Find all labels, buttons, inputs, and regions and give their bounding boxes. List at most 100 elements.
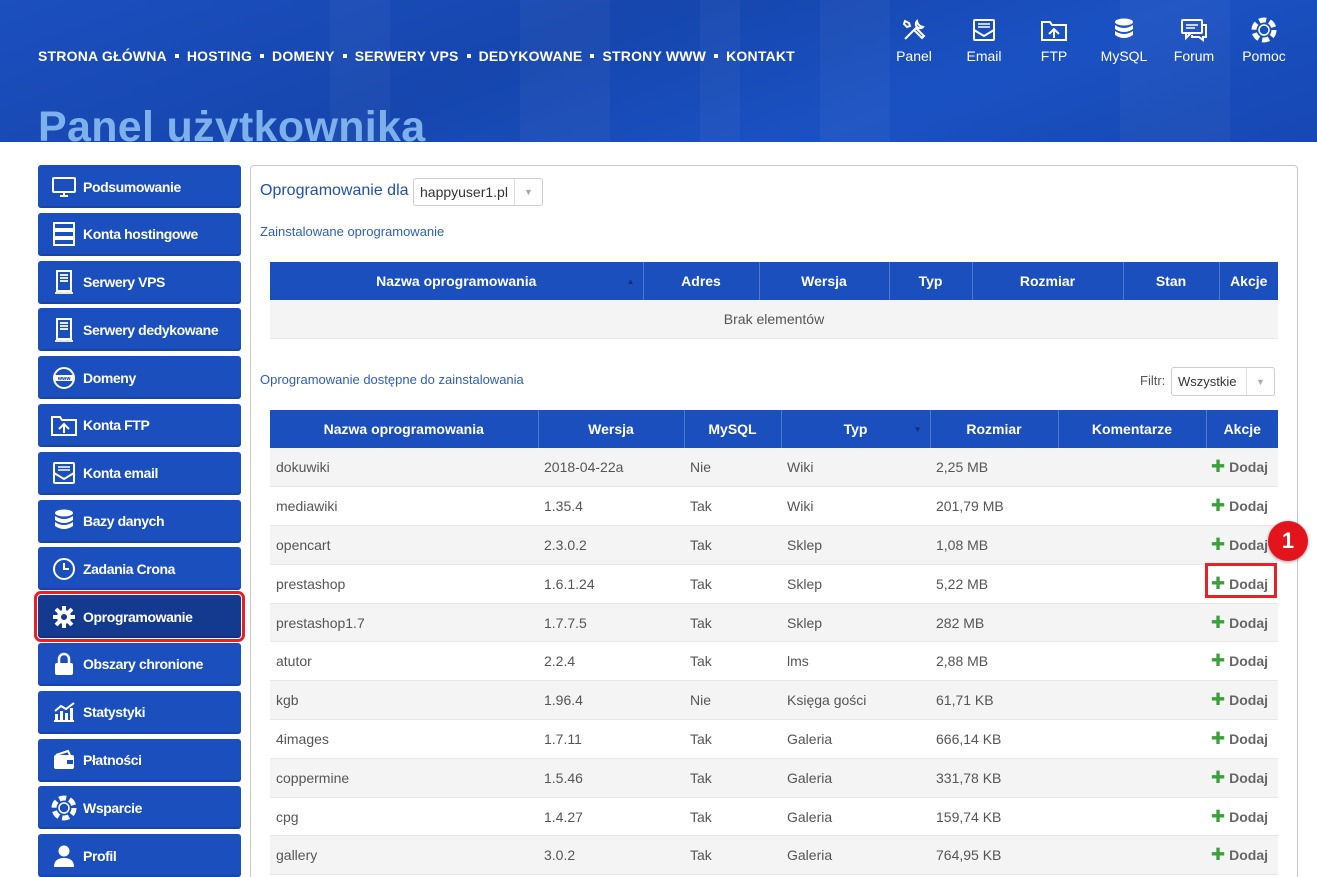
actions-cell: ✚ Dodaj bbox=[1206, 525, 1278, 565]
column-header-wersja[interactable]: Wersja bbox=[538, 410, 685, 448]
cell: Nie bbox=[684, 680, 781, 721]
add-label: Dodaj bbox=[1229, 769, 1268, 786]
tool-forum[interactable]: Forum bbox=[1159, 16, 1229, 64]
sidebar-item-zadania-crona[interactable]: Zadania Crona bbox=[38, 547, 241, 591]
cell: 1.7.7.5 bbox=[538, 603, 684, 643]
add-button[interactable]: ✚ Dodaj bbox=[1211, 614, 1268, 631]
add-button[interactable]: ✚ Dodaj bbox=[1210, 496, 1268, 516]
nav-link-strona-glowna[interactable]: STRONA GŁÓWNA bbox=[38, 48, 167, 64]
tool-mysql[interactable]: MySQL bbox=[1089, 16, 1159, 64]
server-tower-icon bbox=[47, 270, 81, 294]
actions-cell: ✚ Dodaj bbox=[1206, 486, 1278, 527]
column-header-typ[interactable]: Typ ▼ bbox=[781, 410, 931, 448]
cell: Nie bbox=[684, 448, 781, 488]
chevron-down-icon: ▼ bbox=[1246, 368, 1274, 395]
cell: 1.96.4 bbox=[538, 680, 684, 721]
column-header-nazwa-oprogramowania[interactable]: Nazwa oprogramowania bbox=[270, 410, 539, 448]
column-header-typ[interactable]: Typ bbox=[889, 262, 973, 300]
column-header-label: Nazwa oprogramowania bbox=[376, 273, 537, 289]
add-button[interactable]: ✚ Dodaj bbox=[1210, 457, 1268, 477]
nav-link-strony-www[interactable]: STRONY WWW bbox=[602, 48, 706, 64]
nav-link-serwery-vps[interactable]: SERWERY VPS bbox=[355, 48, 459, 64]
cell: Sklep bbox=[781, 603, 930, 643]
sidebar-item-konta-email[interactable]: Konta email bbox=[38, 451, 241, 495]
sidebar-item-serwery-dedykowane[interactable]: Serwery dedykowane bbox=[38, 308, 241, 352]
filter-select-value: Wszystkie bbox=[1178, 374, 1237, 389]
table-row: dokuwiki 2018-04-22a Nie Wiki 2,25 MB ✚ Dodaj bbox=[270, 448, 1278, 488]
column-header-mysql[interactable]: MySQL bbox=[684, 410, 782, 448]
comments-cell bbox=[1058, 486, 1206, 527]
sidebar-item-wsparcie[interactable]: Wsparcie bbox=[38, 786, 241, 830]
plus-icon: ✚ bbox=[1210, 457, 1226, 477]
column-header-nazwa-oprogramowania[interactable]: Nazwa oprogramowania ▲ bbox=[270, 262, 644, 300]
empty-row: Brak elementów bbox=[270, 300, 1278, 339]
nav-link-dedykowane[interactable]: DEDYKOWANE bbox=[479, 48, 583, 64]
sort-down-icon: ▼ bbox=[913, 425, 922, 434]
sidebar-item-serwery-vps[interactable]: Serwery VPS bbox=[38, 260, 241, 304]
column-header-label: Akcje bbox=[1223, 421, 1261, 437]
sidebar-item-statystyki[interactable]: Statystyki bbox=[38, 690, 241, 734]
column-header-komentarze[interactable]: Komentarze bbox=[1058, 410, 1207, 448]
cell: gallery bbox=[270, 835, 538, 876]
column-header-wersja[interactable]: Wersja bbox=[759, 262, 890, 300]
add-button[interactable]: ✚ Dodaj bbox=[1210, 690, 1268, 710]
sidebar-item-domeny[interactable]: www Domeny bbox=[38, 356, 241, 400]
tool-pomoc[interactable]: Pomoc bbox=[1229, 16, 1299, 64]
filter-select[interactable]: Wszystkie ▼ bbox=[1171, 367, 1275, 396]
column-header-label: Rozmiar bbox=[966, 421, 1022, 437]
sidebar-item-platnosci[interactable]: Płatności bbox=[38, 738, 241, 782]
tool-panel[interactable]: Panel bbox=[879, 16, 949, 64]
cell: prestashop bbox=[270, 564, 538, 604]
add-button[interactable]: ✚ Dodaj bbox=[1211, 536, 1268, 553]
column-header-akcje[interactable]: Akcje bbox=[1206, 410, 1278, 448]
column-header-label: Rozmiar bbox=[1019, 273, 1076, 289]
plus-icon: ✚ bbox=[1210, 728, 1226, 748]
add-button[interactable]: ✚ Dodaj bbox=[1211, 769, 1268, 786]
top-navigation: STRONA GŁÓWNA HOSTING DOMENY SERWERY VPS DED… bbox=[38, 48, 795, 64]
domain-select[interactable]: happyuser1.pl ▼ bbox=[413, 178, 543, 206]
sidebar-item-label: Bazy danych bbox=[83, 513, 165, 530]
column-header-adres[interactable]: Adres bbox=[643, 262, 760, 300]
comments-cell bbox=[1058, 448, 1206, 488]
add-button[interactable]: ✚ Dodaj bbox=[1210, 728, 1268, 748]
column-header-akcje[interactable]: Akcje bbox=[1219, 262, 1278, 300]
cell: lms bbox=[781, 641, 930, 682]
lifebuoy-icon bbox=[47, 795, 81, 821]
sidebar-item-obszary-chronione[interactable]: Obszary chronione bbox=[38, 642, 241, 686]
add-button[interactable]: ✚ Dodaj bbox=[1211, 808, 1268, 825]
comments-cell bbox=[1058, 680, 1206, 721]
cell: Tak bbox=[684, 758, 781, 798]
sidebar-item-label: Obszary chronione bbox=[83, 656, 204, 673]
sidebar-item-label: Konta hostingowe bbox=[83, 226, 198, 243]
nav-link-hosting[interactable]: HOSTING bbox=[187, 48, 252, 64]
column-header-rozmiar[interactable]: Rozmiar bbox=[930, 410, 1059, 448]
sidebar-item-konta-hostingowe[interactable]: Konta hostingowe bbox=[38, 212, 241, 256]
column-header-rozmiar[interactable]: Rozmiar bbox=[972, 262, 1124, 300]
cell: opencart bbox=[270, 525, 538, 565]
column-header-stan[interactable]: Stan bbox=[1123, 262, 1220, 300]
tool-ftp[interactable]: FTP bbox=[1019, 16, 1089, 64]
cell: Tak bbox=[684, 603, 781, 643]
actions-cell: ✚ Dodaj bbox=[1206, 835, 1278, 876]
nav-link-domeny[interactable]: DOMENY bbox=[272, 48, 335, 64]
tool-label: MySQL bbox=[1100, 48, 1148, 64]
email-icon bbox=[969, 16, 999, 44]
sidebar-item-podsumowanie[interactable]: Podsumowanie bbox=[38, 165, 241, 208]
cell: Wiki bbox=[781, 448, 930, 488]
sidebar-item-konta-ftp[interactable]: Konta FTP bbox=[38, 403, 241, 447]
nav-separator bbox=[590, 54, 595, 58]
add-button[interactable]: ✚ Dodaj bbox=[1211, 846, 1268, 863]
sidebar-item-profil[interactable]: Profil bbox=[38, 834, 241, 877]
add-button[interactable]: ✚ Dodaj bbox=[1211, 652, 1268, 669]
cell: 2.3.0.2 bbox=[538, 525, 684, 565]
plus-icon: ✚ bbox=[1210, 690, 1226, 710]
forum-icon bbox=[1179, 16, 1209, 44]
cell: Sklep bbox=[781, 525, 930, 565]
sidebar-item-bazy-danych[interactable]: Bazy danych bbox=[38, 499, 241, 543]
sidebar-item-label: Serwery VPS bbox=[83, 274, 165, 291]
cell: Galeria bbox=[781, 719, 930, 759]
sidebar-item-oprogramowanie[interactable]: Oprogramowanie bbox=[34, 591, 245, 643]
nav-link-kontakt[interactable]: KONTAKT bbox=[726, 48, 795, 64]
tool-email[interactable]: Email bbox=[949, 16, 1019, 64]
plus-icon: ✚ bbox=[1210, 496, 1226, 516]
